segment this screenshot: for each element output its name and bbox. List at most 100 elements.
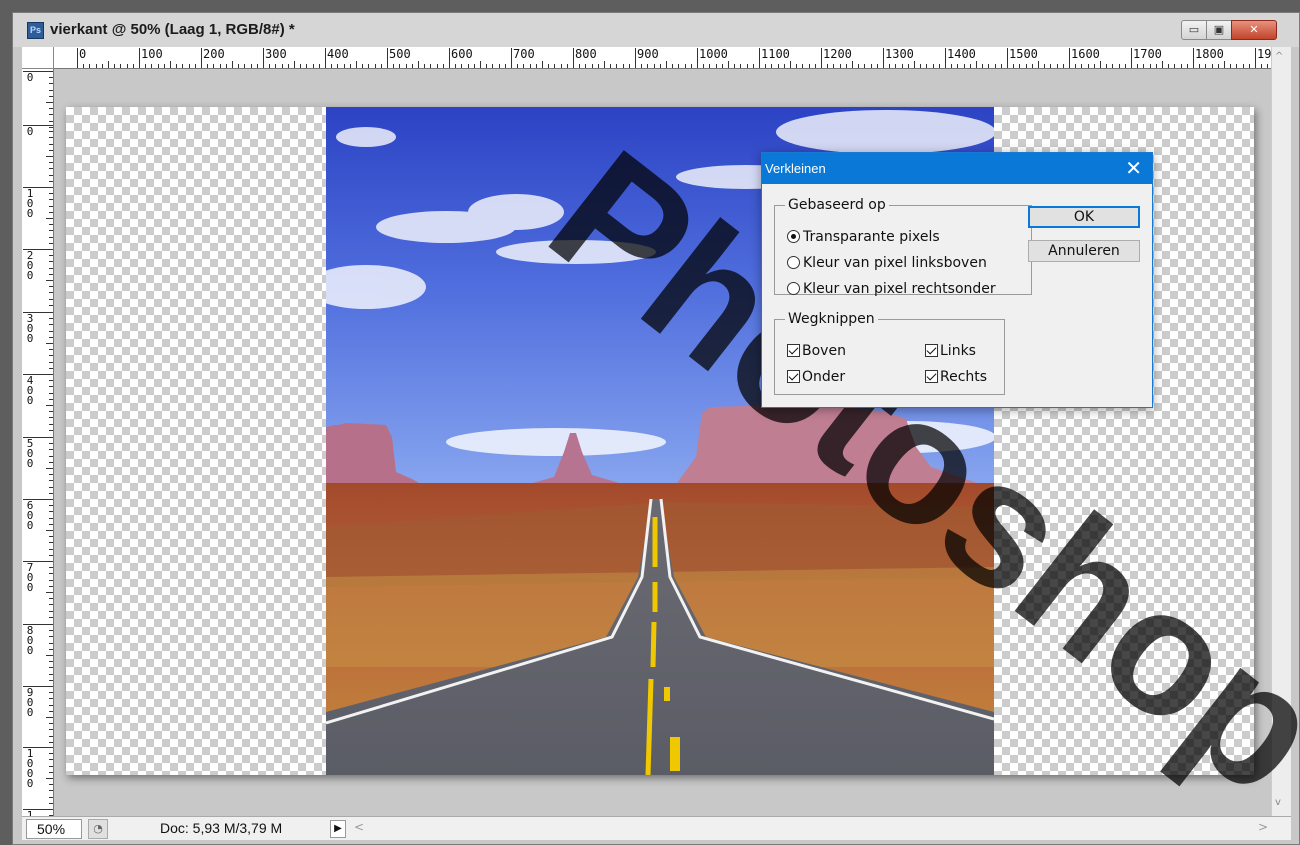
ruler-minor-tick (1186, 64, 1188, 68)
cancel-button[interactable]: Annuleren (1028, 240, 1140, 262)
ruler-minor-tick (920, 64, 922, 68)
ruler-minor-tick (1155, 64, 1157, 68)
ruler-origin[interactable] (22, 47, 54, 69)
ruler-minor-tick (1031, 64, 1033, 68)
ruler-label: 1600 (1071, 47, 1100, 61)
checkbox-checked-icon[interactable] (787, 344, 800, 357)
ruler-minor-tick (49, 149, 53, 151)
horizontal-ruler[interactable]: 0 100 200 300 400 500 600 700 800 900 1000 1100 1200… (54, 47, 1271, 69)
ruler-minor-tick (740, 64, 742, 68)
ruler-minor-tick (523, 64, 525, 68)
ruler-minor-tick (1230, 64, 1232, 68)
ruler-minor-tick (49, 349, 53, 351)
ruler-major-tick (325, 48, 326, 68)
ruler-minor-tick (852, 61, 853, 68)
ruler-minor-tick (312, 64, 314, 68)
ruler-minor-tick (1236, 64, 1238, 68)
ruler-minor-tick (486, 64, 488, 68)
scroll-left-icon[interactable]: < (354, 820, 364, 834)
radio-selected-icon[interactable] (787, 230, 800, 243)
vertical-scrollbar[interactable]: ^ v (1271, 47, 1291, 816)
ruler-minor-tick (49, 480, 53, 482)
ruler-major-tick (1255, 48, 1256, 68)
radio-top-left-pixel-color[interactable]: Kleur van pixel linksboven (787, 255, 987, 271)
ruler-minor-tick (49, 630, 53, 632)
ruler-minor-tick (771, 64, 773, 68)
radio-bottom-right-pixel-color[interactable]: Kleur van pixel rechtsonder (787, 281, 996, 297)
scroll-up-icon[interactable]: ^ (1275, 51, 1283, 62)
radio-transparent-pixels[interactable]: Transparante pixels (787, 229, 940, 245)
ruler-minor-tick (49, 759, 53, 761)
ruler-minor-tick (46, 280, 53, 281)
minimize-button[interactable]: ▭ (1181, 20, 1207, 40)
ruler-minor-tick (49, 710, 53, 712)
zoom-field[interactable]: 50% (26, 819, 82, 839)
ruler-minor-tick (728, 61, 729, 68)
vertical-ruler[interactable]: 00100200300400500600700800900100011 (22, 69, 54, 816)
ruler-minor-tick (207, 64, 209, 68)
ruler-minor-tick (1149, 64, 1151, 68)
ruler-label: 600 (26, 499, 34, 532)
ruler-label: 900 (637, 47, 659, 61)
ruler-minor-tick (46, 778, 53, 779)
ruler-minor-tick (49, 143, 53, 145)
trim-away-group: Wegknippen Boven Onder Links Rechts (774, 311, 1005, 395)
title-bar[interactable]: Ps vierkant @ 50% (Laag 1, RGB/8#) * ▭ ▣… (13, 13, 1299, 47)
ruler-major-tick (945, 48, 946, 68)
ruler-minor-tick (49, 174, 53, 176)
radio-unselected-icon[interactable] (787, 282, 800, 295)
ruler-minor-tick (49, 273, 53, 275)
ruler-minor-tick (932, 64, 934, 68)
scroll-right-icon[interactable]: > (1258, 820, 1268, 834)
ruler-minor-tick (690, 64, 692, 68)
ruler-minor-tick (49, 168, 53, 170)
checkbox-right[interactable]: Rechts (925, 369, 987, 385)
ruler-minor-tick (1174, 64, 1176, 68)
ruler-minor-tick (1199, 64, 1201, 68)
dialog-title-bar[interactable]: Verkleinen ✕ (762, 153, 1152, 184)
status-menu-button[interactable]: ▶ (330, 820, 346, 838)
ruler-minor-tick (49, 324, 53, 326)
checkbox-checked-icon[interactable] (925, 370, 938, 383)
dialog-close-icon[interactable]: ✕ (1125, 156, 1142, 180)
checkbox-bottom[interactable]: Onder (787, 369, 845, 385)
ruler-minor-tick (49, 604, 53, 606)
ruler-minor-tick (827, 64, 829, 68)
ruler-minor-tick (49, 753, 53, 755)
ruler-minor-tick (1013, 64, 1015, 68)
ruler-minor-tick (49, 802, 53, 804)
ruler-label: 1800 (1195, 47, 1224, 61)
checkbox-left[interactable]: Links (925, 343, 976, 359)
status-settings-icon[interactable]: ◔ (88, 819, 108, 839)
checkbox-top[interactable]: Boven (787, 343, 846, 359)
ruler-minor-tick (219, 64, 221, 68)
checkbox-checked-icon[interactable] (787, 370, 800, 383)
maximize-button[interactable]: ▣ (1206, 20, 1232, 40)
ruler-minor-tick (1019, 64, 1021, 68)
ruler-major-tick (635, 48, 636, 68)
close-button[interactable]: ✕ (1231, 20, 1277, 40)
ruler-minor-tick (49, 417, 53, 419)
ruler-minor-tick (604, 61, 605, 68)
ruler-minor-tick (1106, 64, 1108, 68)
ruler-minor-tick (560, 64, 562, 68)
ruler-minor-tick (647, 64, 649, 68)
ruler-minor-tick (95, 64, 97, 68)
ruler-major-tick (1193, 48, 1194, 68)
ruler-minor-tick (628, 64, 630, 68)
checkbox-checked-icon[interactable] (925, 344, 938, 357)
ruler-minor-tick (49, 765, 53, 767)
ruler-label: 700 (513, 47, 535, 61)
scroll-down-icon[interactable]: v (1275, 797, 1281, 808)
ruler-minor-tick (126, 64, 128, 68)
ok-button[interactable]: OK (1028, 206, 1140, 228)
ruler-minor-tick (480, 61, 481, 68)
ruler-minor-tick (622, 64, 624, 68)
ruler-label: 800 (575, 47, 597, 61)
ruler-minor-tick (49, 267, 53, 269)
ruler-minor-tick (337, 64, 339, 68)
ruler-label: 600 (451, 47, 473, 61)
radio-unselected-icon[interactable] (787, 256, 800, 269)
ruler-minor-tick (467, 64, 469, 68)
ruler-minor-tick (49, 548, 53, 550)
